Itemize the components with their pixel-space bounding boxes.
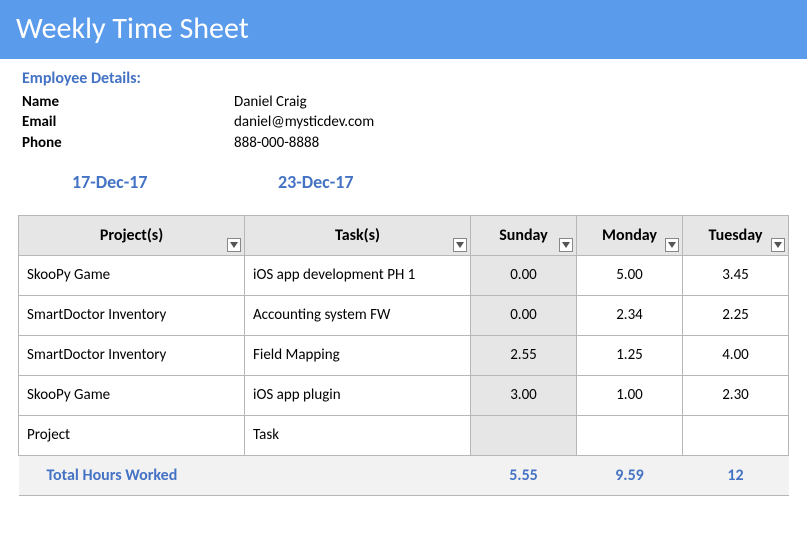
cell-tuesday[interactable] xyxy=(683,415,789,455)
table-row: SkooPy Game iOS app development PH 1 0.0… xyxy=(19,255,789,295)
table-header-row: Project(s) Task(s) Sunday Monday Tuesday xyxy=(19,215,789,255)
cell-tuesday[interactable]: 3.45 xyxy=(683,255,789,295)
col-header-task-label: Task(s) xyxy=(335,226,380,245)
cell-task[interactable]: iOS app plugin xyxy=(245,375,471,415)
cell-monday[interactable]: 5.00 xyxy=(577,255,683,295)
cell-monday[interactable] xyxy=(577,415,683,455)
employee-phone-label: Phone xyxy=(22,133,234,153)
cell-sunday[interactable] xyxy=(471,415,577,455)
cell-monday[interactable]: 2.34 xyxy=(577,295,683,335)
date-end: 23-Dec-17 xyxy=(250,171,353,193)
cell-tuesday[interactable]: 2.30 xyxy=(683,375,789,415)
cell-project[interactable]: SmartDoctor Inventory xyxy=(19,295,245,335)
table-row: SkooPy Game iOS app plugin 3.00 1.00 2.3… xyxy=(19,375,789,415)
cell-task[interactable]: iOS app development PH 1 xyxy=(245,255,471,295)
totals-monday: 9.59 xyxy=(577,455,683,495)
employee-name-label: Name xyxy=(22,92,234,112)
employee-heading: Employee Details: xyxy=(22,69,785,88)
date-start: 17-Dec-17 xyxy=(22,171,250,193)
col-header-monday: Monday xyxy=(577,215,683,255)
col-header-sunday: Sunday xyxy=(471,215,577,255)
totals-tuesday: 12 xyxy=(683,455,789,495)
cell-sunday[interactable]: 2.55 xyxy=(471,335,577,375)
date-range: 17-Dec-17 23-Dec-17 xyxy=(22,171,785,193)
col-header-monday-label: Monday xyxy=(602,226,657,245)
employee-email-value: daniel@mysticdev.com xyxy=(234,112,374,132)
col-header-tuesday-label: Tuesday xyxy=(709,226,763,245)
totals-label: Total Hours Worked xyxy=(19,455,471,495)
cell-sunday[interactable]: 0.00 xyxy=(471,255,577,295)
table-row: SmartDoctor Inventory Field Mapping 2.55… xyxy=(19,335,789,375)
cell-task[interactable]: Field Mapping xyxy=(245,335,471,375)
cell-task[interactable]: Accounting system FW xyxy=(245,295,471,335)
cell-project[interactable]: Project xyxy=(19,415,245,455)
col-header-project: Project(s) xyxy=(19,215,245,255)
employee-details: Employee Details: Name Daniel Craig Emai… xyxy=(18,69,789,215)
cell-task[interactable]: Task xyxy=(245,415,471,455)
col-header-task: Task(s) xyxy=(245,215,471,255)
filter-icon[interactable] xyxy=(665,238,679,252)
employee-name-value: Daniel Craig xyxy=(234,92,307,112)
page-title: Weekly Time Sheet xyxy=(0,0,807,59)
col-header-project-label: Project(s) xyxy=(100,226,163,245)
cell-monday[interactable]: 1.00 xyxy=(577,375,683,415)
col-header-tuesday: Tuesday xyxy=(683,215,789,255)
cell-sunday[interactable]: 3.00 xyxy=(471,375,577,415)
cell-sunday[interactable]: 0.00 xyxy=(471,295,577,335)
cell-project[interactable]: SmartDoctor Inventory xyxy=(19,335,245,375)
timesheet-table: Project(s) Task(s) Sunday Monday Tuesday xyxy=(18,215,789,496)
filter-icon[interactable] xyxy=(771,238,785,252)
employee-email-label: Email xyxy=(22,112,234,132)
cell-project[interactable]: SkooPy Game xyxy=(19,375,245,415)
totals-row: Total Hours Worked 5.55 9.59 12 xyxy=(19,455,789,495)
filter-icon[interactable] xyxy=(559,238,573,252)
cell-project[interactable]: SkooPy Game xyxy=(19,255,245,295)
table-row: SmartDoctor Inventory Accounting system … xyxy=(19,295,789,335)
cell-monday[interactable]: 1.25 xyxy=(577,335,683,375)
col-header-sunday-label: Sunday xyxy=(499,226,548,245)
totals-sunday: 5.55 xyxy=(471,455,577,495)
filter-icon[interactable] xyxy=(453,238,467,252)
employee-phone-value: 888-000-8888 xyxy=(234,133,319,153)
filter-icon[interactable] xyxy=(227,238,241,252)
cell-tuesday[interactable]: 4.00 xyxy=(683,335,789,375)
cell-tuesday[interactable]: 2.25 xyxy=(683,295,789,335)
table-row: Project Task xyxy=(19,415,789,455)
